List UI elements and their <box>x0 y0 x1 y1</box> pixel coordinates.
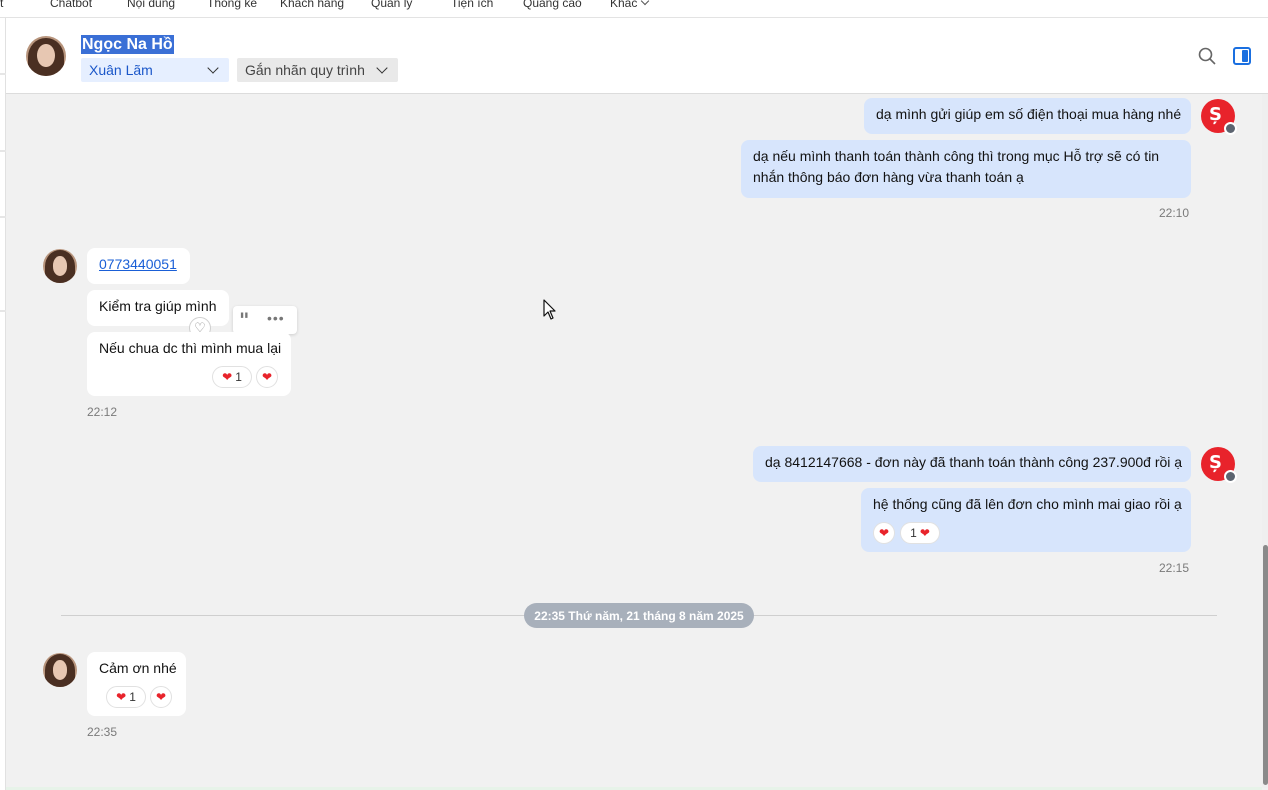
reaction-count[interactable]: ❤ 1 <box>212 366 252 388</box>
heart-icon: ❤ <box>261 370 273 384</box>
date-divider: 22:35 Thứ năm, 21 tháng 8 năm 2025 <box>524 603 754 628</box>
heart-icon: ❤ <box>155 690 167 704</box>
contact-avatar[interactable] <box>26 36 66 76</box>
shop-logo-icon: Ș <box>1209 104 1222 125</box>
message-text: dạ mình gửi giúp em số điện thoại mua hà… <box>876 106 1182 122</box>
contact-avatar[interactable] <box>43 653 77 687</box>
chevron-down-icon <box>376 62 388 74</box>
message-time: 22:10 <box>1159 206 1190 220</box>
tag-workflow-select[interactable]: Gắn nhãn quy trình <box>237 58 398 82</box>
message-text: dạ nếu mình thanh toán thành công thì tr… <box>753 148 1160 164</box>
add-reaction-button[interactable]: ❤ <box>873 522 895 544</box>
top-nav: t Chatbot Nội dung Thống kê Khách hàng Q… <box>0 0 1268 18</box>
nav-item-partial[interactable]: t <box>0 0 3 10</box>
message-outgoing[interactable]: dạ mình gửi giúp em số điện thoại mua hà… <box>864 98 1191 134</box>
avatar-face <box>52 255 68 276</box>
mouse-cursor-icon <box>543 299 556 320</box>
nav-item-utilities[interactable]: Tiện ích <box>451 0 493 10</box>
message-text: Kiểm tra giúp mình <box>99 298 217 314</box>
message-actions: " ••• <box>233 306 297 334</box>
message-outgoing[interactable]: dạ nếu mình thanh toán thành công thì tr… <box>741 140 1191 198</box>
sidebar-panel-icon[interactable] <box>1233 47 1251 65</box>
message-text: hệ thống cũng đã lên đơn cho mình mai gi… <box>873 496 1182 512</box>
message-text: Cảm ơn nhé <box>99 660 177 676</box>
assignee-value: Xuân Lãm <box>89 62 153 78</box>
nav-item-stats[interactable]: Thống kê <box>207 0 257 10</box>
reaction-count-value: 1 <box>129 690 136 704</box>
reaction-count[interactable]: 1 ❤ <box>900 522 940 544</box>
message-text: Nếu chua dc thì mình mua lại <box>99 340 282 356</box>
left-sidebar-strip <box>0 18 6 790</box>
add-reaction-button[interactable]: ❤ <box>256 366 278 388</box>
phone-link[interactable]: 0773440051 <box>99 256 177 272</box>
message-text: nhắn thông báo đơn hàng vừa thanh toán ạ <box>753 169 1024 185</box>
heart-icon: ❤ <box>116 690 127 704</box>
nav-item-manage[interactable]: Quản lý <box>371 0 412 10</box>
message-incoming[interactable]: 0773440051 <box>87 248 190 284</box>
shop-avatar: Ș <box>1201 447 1237 483</box>
shop-avatar: Ș <box>1201 99 1237 135</box>
message-text: dạ 8412147668 - đơn này đã thanh toán th… <box>765 454 1183 470</box>
message-time: 22:12 <box>87 405 118 419</box>
chevron-down-icon <box>207 62 219 74</box>
nav-item-chatbot[interactable]: Chatbot <box>50 0 92 10</box>
shop-logo-icon: Ș <box>1209 452 1222 473</box>
heart-icon: ❤ <box>878 526 890 540</box>
chevron-down-icon <box>641 0 650 6</box>
contact-name[interactable]: Ngọc Na Hồ <box>81 35 174 54</box>
avatar-face <box>37 44 55 68</box>
sidebar-divider <box>0 216 6 218</box>
message-outgoing[interactable]: dạ 8412147668 - đơn này đã thanh toán th… <box>753 446 1191 482</box>
agent-badge-icon <box>1224 470 1237 483</box>
reaction-count-value: 1 <box>910 526 917 540</box>
nav-item-customers[interactable]: Khách hàng <box>280 0 344 10</box>
reaction-count-value: 1 <box>235 370 242 384</box>
nav-item-more-label: Khác <box>610 0 638 10</box>
message-time: 22:15 <box>1159 561 1190 575</box>
nav-item-more[interactable]: Khác <box>610 0 650 10</box>
search-icon[interactable] <box>1198 47 1216 65</box>
add-reaction-button[interactable]: ❤ <box>150 686 172 708</box>
nav-item-content[interactable]: Nội dung <box>127 0 175 10</box>
message-time: 22:35 <box>87 725 118 739</box>
sidebar-divider <box>0 310 6 312</box>
more-icon[interactable]: ••• <box>267 310 285 326</box>
agent-badge-icon <box>1224 122 1237 135</box>
scrollbar-thumb[interactable] <box>1263 545 1268 785</box>
conversation-header: Ngọc Na Hồ Xuân Lãm Gắn nhãn quy trình <box>6 18 1268 94</box>
reaction-count[interactable]: ❤ 1 <box>106 686 146 708</box>
contact-avatar[interactable] <box>43 249 77 283</box>
avatar-face <box>52 659 68 680</box>
tag-workflow-placeholder: Gắn nhãn quy trình <box>245 62 365 78</box>
heart-icon: ❤ <box>222 370 233 384</box>
sidebar-divider <box>0 150 6 152</box>
heart-icon: ❤ <box>919 526 930 540</box>
quote-icon[interactable]: " <box>239 308 249 332</box>
nav-item-ads[interactable]: Quảng cáo <box>523 0 582 10</box>
assignee-select[interactable]: Xuân Lãm <box>81 58 229 82</box>
